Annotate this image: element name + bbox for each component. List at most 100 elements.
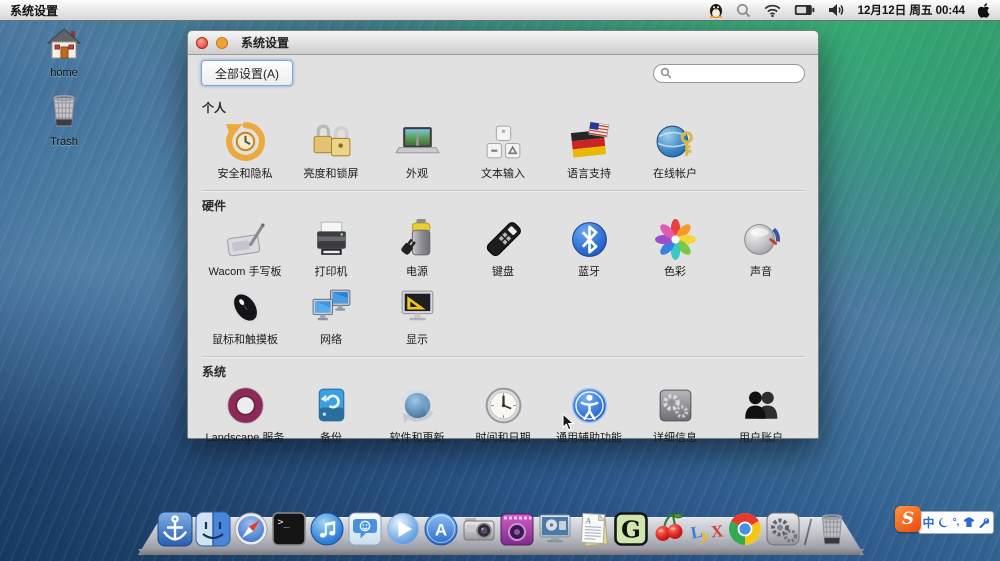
tile-wacom-tablet[interactable]: Wacom 手写板 (202, 217, 288, 285)
tile-label: 显示 (406, 334, 428, 346)
media-player-icon[interactable] (385, 511, 421, 547)
keyboard-icon (481, 217, 526, 262)
cherry-app-icon[interactable] (651, 511, 687, 547)
wifi-icon[interactable] (764, 4, 781, 17)
search-icon[interactable] (736, 3, 751, 18)
user-accounts-icon (739, 383, 784, 428)
printer-icon (309, 217, 354, 262)
fullwidth-moon-icon[interactable] (938, 517, 949, 528)
all-settings-button[interactable]: 全部设置(A) (201, 60, 293, 86)
tile-sound[interactable]: 声音 (718, 217, 804, 285)
desktop-icon-home[interactable]: home (28, 28, 100, 79)
section-divider (202, 356, 804, 357)
dock-separator (803, 517, 812, 547)
itunes-icon[interactable] (309, 511, 345, 547)
tile-time-date[interactable]: 时间和日期 (460, 383, 546, 451)
messages-icon[interactable] (347, 511, 383, 547)
close-button[interactable] (196, 36, 208, 49)
battery-icon[interactable] (794, 4, 815, 16)
lyx-icon[interactable]: LyX (689, 511, 725, 547)
mouse-touchpad-icon (223, 285, 268, 330)
sogou-logo-badge[interactable]: S (895, 506, 921, 532)
minimize-button[interactable] (216, 36, 228, 49)
menubar-app-name[interactable]: 系统设置 (10, 2, 58, 19)
tux-icon[interactable] (709, 2, 723, 18)
tile-brightness-lock[interactable]: 亮度和锁屏 (288, 119, 374, 187)
punctuation-button[interactable]: °, (953, 517, 960, 528)
tile-power[interactable]: 电源 (374, 217, 460, 285)
chrome-icon[interactable] (727, 511, 763, 547)
tile-mouse-touchpad[interactable]: 鼠标和触摸板 (202, 285, 288, 353)
section-header-personal: 个人 (202, 101, 227, 115)
tile-label: 打印机 (314, 266, 348, 278)
tile-label: 电源 (406, 266, 428, 278)
g-editor-icon[interactable]: G (613, 511, 649, 547)
settings-content: 个人 安全和隐私 亮度和锁屏 外观 文本输入 语言支持 在线帐户 硬件 Waco… (188, 91, 818, 451)
system-preferences-icon[interactable] (765, 511, 801, 547)
tile-color[interactable]: 色彩 (632, 217, 718, 285)
tile-label: Wacom 手写板 (208, 266, 282, 278)
tile-keyboard[interactable]: 键盘 (460, 217, 546, 285)
tile-printer[interactable]: 打印机 (288, 217, 374, 285)
tile-label: 亮度和锁屏 (303, 168, 359, 180)
tile-label: 时间和日期 (475, 432, 531, 444)
safari-icon[interactable] (233, 511, 269, 547)
photo-booth-icon[interactable] (499, 511, 535, 547)
backup-icon (309, 383, 354, 428)
menubar: 系统设置 12月12日 周五 00:44 (0, 0, 1000, 21)
tile-universal-access[interactable]: 通用辅助功能 (546, 383, 632, 451)
skin-shirt-icon[interactable] (963, 517, 975, 528)
tile-displays[interactable]: 显示 (374, 285, 460, 353)
settings-wrench-icon[interactable] (978, 517, 990, 528)
desktop-wallpaper: 系统设置 12月12日 周五 00:44 home Trash 系统设置 全部设… (0, 0, 1000, 561)
window-titlebar[interactable]: 系统设置 (188, 31, 818, 55)
power-icon (395, 217, 440, 262)
sound-icon (739, 217, 784, 262)
window-title: 系统设置 (241, 36, 290, 50)
volume-icon[interactable] (828, 3, 845, 17)
terminal-icon[interactable]: >_ (271, 511, 307, 547)
finder-icon[interactable] (195, 511, 231, 547)
details-icon (653, 383, 698, 428)
tile-appearance[interactable]: 外观 (374, 119, 460, 187)
tile-backup[interactable]: 备份 (288, 383, 374, 451)
tile-security-privacy[interactable]: 安全和隐私 (202, 119, 288, 187)
software-updates-icon (395, 383, 440, 428)
chinese-mode-button[interactable]: 中 (923, 514, 935, 531)
mouse-cursor (562, 412, 575, 437)
search-input[interactable] (676, 66, 798, 80)
desktop-icon-label: home (50, 67, 78, 79)
docky-anchor-icon[interactable] (157, 511, 193, 547)
tile-landscape-service[interactable]: Landscape 服务 (202, 383, 288, 451)
tile-network[interactable]: 网络 (288, 285, 374, 353)
tile-details[interactable]: 详细信息 (632, 383, 718, 451)
svg-text:X: X (710, 521, 725, 541)
tile-bluetooth[interactable]: 蓝牙 (546, 217, 632, 285)
tile-label: Landscape 服务 (205, 432, 285, 444)
home-folder-icon (46, 28, 82, 65)
bluetooth-icon (567, 217, 612, 262)
apple-icon[interactable] (978, 2, 990, 18)
app-store-icon[interactable]: A (423, 511, 459, 547)
desktop-icon-trash[interactable]: Trash (28, 93, 100, 148)
tile-label: 详细信息 (653, 432, 697, 444)
camera-icon[interactable] (461, 511, 497, 547)
textedit-icon[interactable]: A (575, 511, 611, 547)
tile-software-updates[interactable]: 软件和更新 (374, 383, 460, 451)
menubar-clock[interactable]: 12月12日 周五 00:44 (858, 2, 965, 18)
appearance-icon (394, 119, 440, 164)
text-entry-icon (481, 119, 526, 164)
online-accounts-icon (653, 119, 698, 164)
wacom-tablet-icon (223, 217, 268, 262)
tile-label: 色彩 (664, 266, 686, 278)
tile-label: 语言支持 (567, 168, 611, 180)
network-icon (309, 285, 354, 330)
dock-trash-icon[interactable] (814, 511, 850, 547)
search-field[interactable] (653, 63, 805, 83)
tile-text-entry[interactable]: 文本输入 (460, 119, 546, 187)
tile-online-accounts[interactable]: 在线帐户 (632, 119, 718, 187)
tile-language-support[interactable]: 语言支持 (546, 119, 632, 187)
movie-player-icon[interactable] (537, 511, 573, 547)
svg-text:>_: >_ (278, 517, 291, 528)
tile-user-accounts[interactable]: 用户账户 (718, 383, 804, 451)
